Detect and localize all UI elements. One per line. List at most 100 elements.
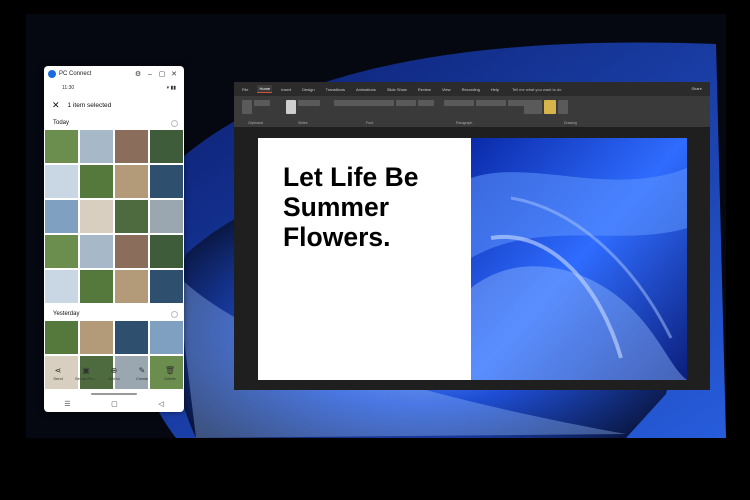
- tab-transitions[interactable]: Transitions: [324, 86, 347, 93]
- photo-thumbnail[interactable]: [150, 130, 183, 163]
- image-icon: ▣: [82, 366, 90, 375]
- powerpoint-window: File Home Insert Design Transitions Animation…: [234, 82, 710, 390]
- slide-title[interactable]: Let Life Be Summer Flowers.: [283, 162, 473, 252]
- ribbon-group-label: Font: [366, 121, 374, 125]
- home-icon[interactable]: ▢: [111, 400, 118, 408]
- photo-thumbnail[interactable]: [80, 165, 113, 198]
- photo-thumbnail[interactable]: [45, 270, 78, 303]
- drawing-group: [524, 100, 568, 118]
- cut-copy-button[interactable]: [254, 100, 270, 106]
- window-title: PC Connect: [59, 71, 92, 77]
- photo-thumbnail[interactable]: [80, 130, 113, 163]
- align-buttons[interactable]: [476, 100, 506, 106]
- photo-thumbnail[interactable]: [115, 321, 148, 354]
- slide-title-line: Flowers.: [283, 222, 391, 252]
- trash-icon: 🗑: [164, 366, 176, 375]
- ribbon-group-label: Paragraph: [456, 121, 473, 125]
- set-as-button[interactable]: ▣ Set as Pro...: [75, 366, 97, 392]
- font-format-buttons[interactable]: [418, 100, 434, 106]
- photo-thumbnail[interactable]: [150, 165, 183, 198]
- action-bar: ⋖ Send ▣ Set as Pro... ⊕ Add to ✎ Create 🗑 De…: [44, 366, 184, 392]
- tab-insert[interactable]: Insert: [279, 86, 293, 93]
- pc-connect-window: PC Connect ⚙ – ▢ ✕ 11:30 ▾ ▮▮ ✕ 1 item s…: [44, 66, 184, 412]
- minimize-button[interactable]: –: [144, 71, 156, 78]
- font-group: [334, 100, 434, 118]
- photo-thumbnail[interactable]: [45, 321, 78, 354]
- slide-flower-image[interactable]: [471, 138, 687, 380]
- ribbon-group-label: Slides: [298, 121, 308, 125]
- ribbon-tabs: File Home Insert Design Transitions Animation…: [234, 82, 710, 96]
- tab-review[interactable]: Review: [416, 86, 433, 93]
- photo-thumbnail[interactable]: [150, 270, 183, 303]
- delete-button[interactable]: 🗑 Delete: [159, 366, 181, 392]
- section-today: Today: [44, 116, 184, 130]
- photo-thumbnail[interactable]: [45, 235, 78, 268]
- photo-thumbnail[interactable]: [45, 165, 78, 198]
- font-name-box[interactable]: [334, 100, 394, 106]
- photo-thumbnail[interactable]: [80, 200, 113, 233]
- maximize-button[interactable]: ▢: [156, 70, 168, 78]
- arrange-button[interactable]: [544, 100, 556, 114]
- photo-thumbnail[interactable]: [150, 321, 183, 354]
- photo-thumbnail[interactable]: [45, 200, 78, 233]
- tab-slide-show[interactable]: Slide Show: [385, 86, 409, 93]
- photo-thumbnail[interactable]: [80, 321, 113, 354]
- layout-button[interactable]: [298, 100, 320, 106]
- edit-icon: ✎: [138, 366, 146, 375]
- photo-thumbnail[interactable]: [45, 130, 78, 163]
- slides-group: [286, 100, 320, 118]
- font-size-box[interactable]: [396, 100, 416, 106]
- photo-thumbnail[interactable]: [150, 235, 183, 268]
- quick-styles-button[interactable]: [558, 100, 568, 114]
- phone-status-bar: 11:30 ▾ ▮▮: [44, 82, 184, 94]
- paste-button[interactable]: [242, 100, 252, 114]
- photo-thumbnail[interactable]: [115, 130, 148, 163]
- tab-view[interactable]: View: [440, 86, 453, 93]
- shapes-button[interactable]: [524, 100, 542, 114]
- photo-thumbnail[interactable]: [80, 270, 113, 303]
- close-button[interactable]: ✕: [168, 70, 180, 78]
- close-selection-icon[interactable]: ✕: [52, 100, 60, 111]
- ribbon: Clipboard Slides Font Paragraph Drawing: [234, 96, 710, 128]
- add-to-button[interactable]: ⊕ Add to: [103, 366, 125, 392]
- ribbon-group-label: Clipboard: [248, 121, 263, 125]
- back-icon[interactable]: ◁: [158, 400, 163, 408]
- selection-count: 1 item selected: [67, 101, 112, 109]
- tell-me-search[interactable]: Tell me what you want to do: [512, 87, 561, 92]
- select-all-today-radio[interactable]: [171, 119, 178, 127]
- slide-title-line: Summer: [283, 192, 390, 222]
- phone-nav-bar: ☰ ▢ ◁: [44, 396, 184, 412]
- list-buttons[interactable]: [444, 100, 474, 106]
- create-button[interactable]: ✎ Create: [131, 366, 153, 392]
- ribbon-group-label: Drawing: [564, 121, 577, 125]
- photo-thumbnail[interactable]: [150, 200, 183, 233]
- photo-thumbnail[interactable]: [115, 235, 148, 268]
- section-label: Yesterday: [53, 311, 80, 317]
- photo-thumbnail[interactable]: [115, 270, 148, 303]
- tab-file[interactable]: File: [240, 86, 250, 93]
- slide[interactable]: Let Life Be Summer Flowers.: [258, 138, 687, 380]
- send-button[interactable]: ⋖ Send: [47, 366, 69, 392]
- recents-icon[interactable]: ☰: [64, 400, 70, 408]
- photo-thumbnail[interactable]: [115, 165, 148, 198]
- phone-clock: 11:30: [62, 85, 75, 91]
- stage: PC Connect ⚙ – ▢ ✕ 11:30 ▾ ▮▮ ✕ 1 item s…: [0, 0, 750, 500]
- tab-design[interactable]: Design: [300, 86, 316, 93]
- settings-icon[interactable]: ⚙: [132, 70, 144, 78]
- share-button[interactable]: Share: [691, 86, 702, 91]
- slide-title-line: Let Life Be: [283, 162, 419, 192]
- signal-battery-icon: ▾ ▮▮: [166, 85, 176, 91]
- tab-animations[interactable]: Animations: [354, 86, 378, 93]
- clipboard-group: [242, 100, 270, 118]
- gesture-handle: [91, 393, 137, 395]
- phone-titlebar: PC Connect ⚙ – ▢ ✕: [44, 66, 184, 82]
- select-all-yesterday-radio[interactable]: [171, 310, 178, 318]
- photo-thumbnail[interactable]: [80, 235, 113, 268]
- new-slide-button[interactable]: [286, 100, 296, 114]
- add-icon: ⊕: [110, 366, 118, 375]
- tab-recording[interactable]: Recording: [460, 86, 482, 93]
- tab-help[interactable]: Help: [489, 86, 501, 93]
- tab-home[interactable]: Home: [257, 85, 273, 93]
- photo-thumbnail[interactable]: [115, 200, 148, 233]
- selection-header: ✕ 1 item selected: [44, 94, 184, 116]
